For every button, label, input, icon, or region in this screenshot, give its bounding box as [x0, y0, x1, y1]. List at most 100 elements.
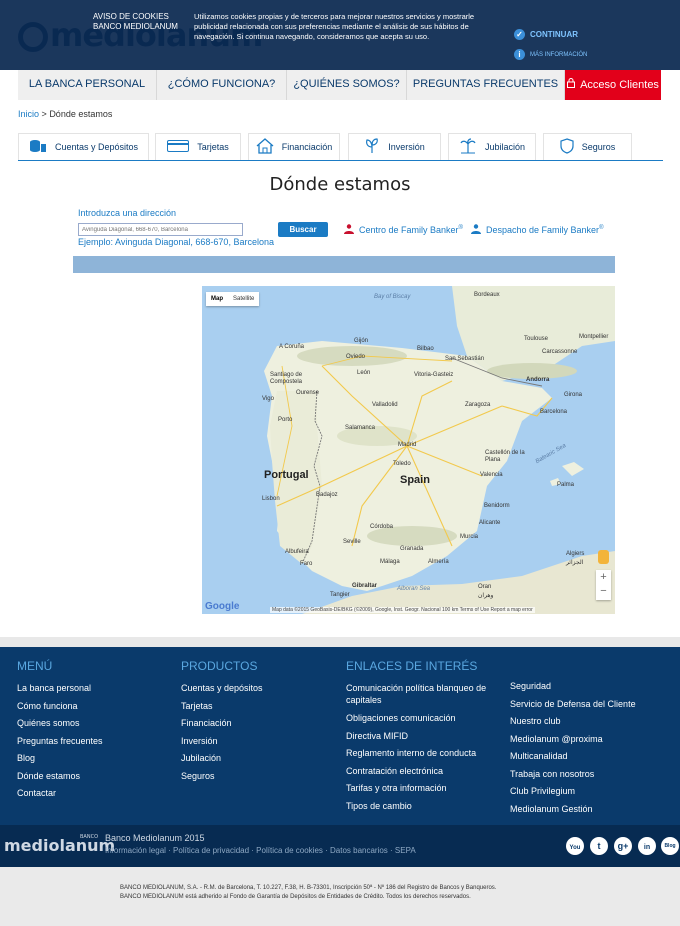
footer-link[interactable]: Quiénes somos — [17, 715, 103, 733]
legend-centro-text: Centro de Family Banker — [359, 225, 459, 235]
footer-legal-links[interactable]: Información legal · Política de privacid… — [105, 846, 416, 855]
cookie-more-info-label: MÁS INFORMACIÓN — [530, 51, 588, 58]
legend-despacho-reg: ® — [599, 225, 604, 231]
footer-link[interactable]: Preguntas frecuentes — [17, 733, 103, 751]
map-label-bay: Bay of Biscay — [374, 294, 411, 300]
footer-link[interactable]: Trabaja con nosotros — [510, 766, 636, 784]
cookie-more-info-link[interactable]: i MÁS INFORMACIÓN — [514, 49, 587, 60]
people-blue-icon — [470, 224, 482, 236]
footer-link[interactable]: Comunicación política blanqueo de capita… — [346, 680, 496, 710]
footer-link[interactable]: Seguridad — [510, 678, 636, 696]
coins-icon — [29, 139, 47, 155]
footer-link[interactable]: Tarifas y otra información — [346, 780, 496, 798]
zoom-in-button[interactable]: + — [596, 570, 611, 584]
linkedin-label: in — [643, 844, 651, 851]
legal-line-1: BANCO MEDIOLANUM, S.A. - R.M. de Barcelo… — [120, 885, 497, 891]
zoom-out-button[interactable]: − — [596, 584, 611, 598]
footer-link[interactable]: Contratación electrónica — [346, 763, 496, 781]
tab-financiacion[interactable]: Financiación — [248, 133, 340, 160]
breadcrumb-home-link[interactable]: Inicio — [18, 109, 39, 119]
footer-link[interactable]: Tipos de cambio — [346, 798, 496, 816]
footer-link[interactable]: Jubilación — [181, 750, 263, 768]
cookie-continue-button[interactable]: ✓ CONTINUAR — [514, 29, 578, 40]
footer-link[interactable]: Cuentas y depósitos — [181, 680, 263, 698]
footer-link[interactable]: Nuestro club — [510, 713, 636, 731]
tab-seguros[interactable]: Seguros — [543, 133, 632, 160]
google-logo: Google — [205, 601, 240, 612]
twitter-icon[interactable]: t — [590, 837, 608, 855]
linkedin-icon[interactable]: in — [638, 837, 656, 855]
card-icon — [167, 140, 190, 154]
acceso-clientes-button[interactable]: Acceso Clientes — [565, 70, 661, 100]
map-label-gijon: Gijón — [354, 338, 369, 344]
search-example: Ejemplo: Avinguda Diagonal, 668-670, Bar… — [78, 237, 274, 247]
footer-link[interactable]: Financiación — [181, 715, 263, 733]
address-input[interactable] — [78, 223, 243, 236]
footer-link[interactable]: Contactar — [17, 785, 103, 803]
tab-inversion[interactable]: Inversión — [348, 133, 441, 160]
map-zoom-control: + − — [596, 570, 611, 600]
legend-despacho-text: Despacho de Family Banker — [486, 225, 600, 235]
footer-logo[interactable]: mediolanum BANCO — [4, 834, 115, 855]
house-icon — [256, 138, 274, 156]
map-label-oviedo: Oviedo — [346, 354, 366, 360]
nav-como-funciona[interactable]: ¿CÓMO FUNCIONA? — [157, 70, 287, 100]
cookie-title: AVISO DE COOKIES BANCO MEDIOLANUM — [93, 12, 193, 32]
footer-link[interactable]: Multicanalidad — [510, 748, 636, 766]
map-label-bordeaux: Bordeaux — [474, 292, 500, 298]
footer-link[interactable]: Inversión — [181, 733, 263, 751]
footer-link[interactable]: Tarjetas — [181, 698, 263, 716]
map-label-ourense: Ourense — [296, 390, 320, 396]
people-red-icon — [343, 224, 355, 236]
street-view-pegman-icon[interactable] — [598, 550, 609, 564]
tab-jubilacion-label: Jubilación — [484, 142, 526, 152]
legal-text: BANCO MEDIOLANUM, S.A. - R.M. de Barcelo… — [120, 884, 496, 902]
map[interactable]: Map Satellite Bay of Biscay Bordeaux Tou… — [202, 286, 615, 614]
map-label-acoruna: A Coruña — [279, 344, 305, 350]
youtube-icon[interactable]: You — [566, 837, 584, 855]
page-title: Dónde estamos — [269, 174, 411, 195]
twitter-label: t — [597, 841, 601, 851]
lock-icon — [567, 71, 576, 99]
map-type-satellite-button[interactable]: Satellite — [228, 292, 259, 306]
breadcrumb: Inicio > Dónde estamos — [18, 109, 112, 119]
footer-products-column: PRODUCTOS Cuentas y depósitos Tarjetas F… — [181, 659, 263, 785]
map-type-map-button[interactable]: Map — [206, 292, 228, 306]
acceso-clientes-label: Acceso Clientes — [580, 79, 659, 91]
youtube-label: You — [569, 845, 581, 851]
tab-financiacion-label: Financiación — [281, 142, 333, 152]
map-label-gibraltar: Gibraltar — [352, 583, 378, 589]
blog-icon[interactable]: Blog — [661, 837, 679, 855]
nav-banca-personal[interactable]: LA BANCA PERSONAL — [18, 70, 157, 100]
footer-link[interactable]: La banca personal — [17, 680, 103, 698]
footer-link[interactable]: Directiva MIFID — [346, 728, 496, 746]
footer-link[interactable]: Obligaciones comunicación — [346, 710, 496, 728]
footer-link[interactable]: Club Privilegium — [510, 783, 636, 801]
footer-link[interactable]: Cómo funciona — [17, 698, 103, 716]
map-label-portugal: Portugal — [264, 469, 309, 481]
footer-link[interactable]: Mediolanum @proxima — [510, 731, 636, 749]
footer-products-title: PRODUCTOS — [181, 659, 258, 673]
legend-despacho[interactable]: Despacho de Family Banker® — [470, 224, 603, 236]
googleplus-icon[interactable]: g+ — [614, 837, 632, 855]
map-label-castellon: Castellón de la Plana — [485, 450, 525, 463]
tab-cuentas[interactable]: Cuentas y Depósitos — [18, 133, 149, 160]
buscar-button[interactable]: Buscar — [278, 222, 328, 237]
map-label-valencia: Valencia — [480, 472, 503, 478]
tab-tarjetas[interactable]: Tarjetas — [155, 133, 241, 160]
tab-jubilacion[interactable]: Jubilación — [448, 133, 536, 160]
nav-preguntas[interactable]: PREGUNTAS FRECUENTES — [407, 70, 565, 100]
tab-inversion-label: Inversión — [388, 142, 425, 152]
tab-tarjetas-label: Tarjetas — [197, 142, 229, 152]
footer-link[interactable]: Reglamento interno de conducta — [346, 745, 496, 763]
footer-link[interactable]: Seguros — [181, 768, 263, 786]
footer-link[interactable]: Blog — [17, 750, 103, 768]
footer-link[interactable]: Dónde estamos — [17, 768, 103, 786]
map-label-salamanca: Salamanca — [345, 425, 376, 431]
footer-link[interactable]: Mediolanum Gestión — [510, 801, 636, 819]
map-attribution: Map data ©2015 GeoBasis-DE/BKG (©2009), … — [270, 607, 535, 613]
footer-link[interactable]: Servicio de Defensa del Cliente — [510, 696, 636, 714]
footer-logo-small: BANCO — [80, 834, 99, 840]
legend-centro[interactable]: Centro de Family Banker® — [343, 224, 463, 236]
nav-quienes-somos[interactable]: ¿QUIÉNES SOMOS? — [287, 70, 407, 100]
